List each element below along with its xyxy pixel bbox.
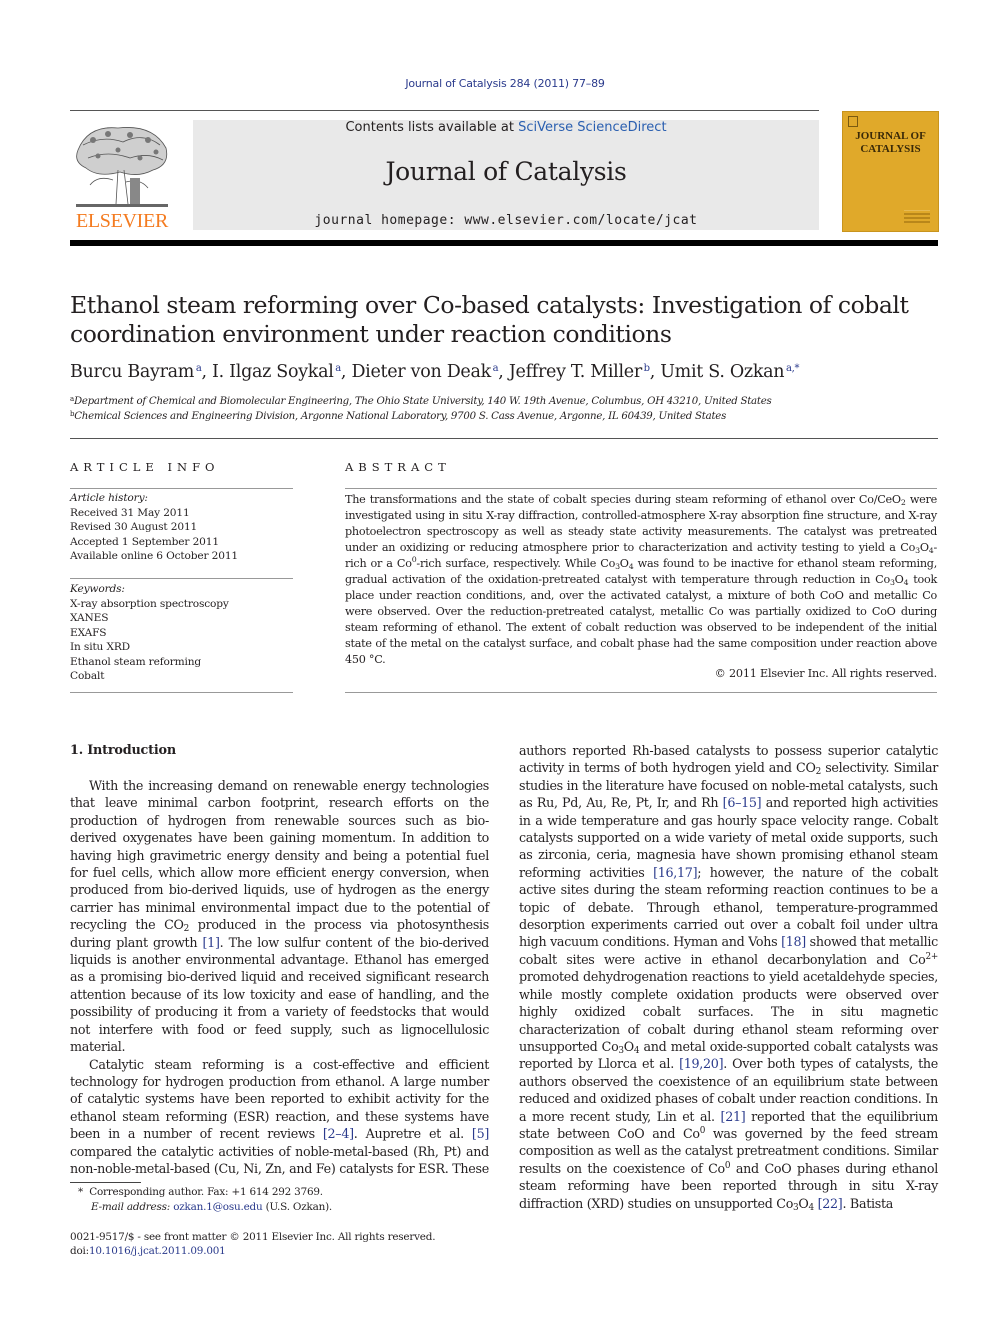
paragraph: Catalytic steam reforming is a cost-effe… bbox=[70, 1056, 489, 1176]
citation-link[interactable]: [22] bbox=[818, 1196, 843, 1211]
affil-marker[interactable]: b bbox=[642, 363, 650, 374]
journal-citation-link[interactable]: Journal of Catalysis 284 (2011) 77–89 bbox=[0, 77, 992, 90]
keyword: XANES bbox=[70, 612, 109, 624]
journal-name: Journal of Catalysis bbox=[385, 157, 627, 186]
history-label: Article history: bbox=[70, 492, 148, 504]
keyword: X-ray absorption spectroscopy bbox=[70, 597, 229, 610]
author[interactable]: Burcu Bayram bbox=[70, 362, 194, 382]
title-line-2: coordination environment under reaction … bbox=[70, 320, 672, 348]
contents-prefix: Contents lists available at bbox=[345, 120, 519, 135]
body-column-right: authors reported Rh-based catalysts to p… bbox=[519, 742, 938, 1212]
email-note: E-mail address: ozkan.1@osu.edu (U.S. Oz… bbox=[91, 1201, 333, 1213]
history-revised: Revised 30 August 2011 bbox=[70, 521, 198, 533]
citation-link[interactable]: [16,17] bbox=[653, 865, 697, 880]
affil-marker[interactable]: a bbox=[491, 363, 499, 374]
info-rule-1 bbox=[70, 488, 293, 489]
author[interactable]: Umit S. Ozkan bbox=[660, 362, 784, 382]
title-block-rule bbox=[70, 438, 938, 439]
cover-footer-mark bbox=[904, 210, 930, 223]
paragraph: authors reported Rh-based catalysts to p… bbox=[519, 743, 939, 1213]
history-accepted: Accepted 1 September 2011 bbox=[70, 535, 219, 548]
elsevier-mini-icon bbox=[848, 116, 858, 127]
citation-link[interactable]: [5] bbox=[472, 1126, 489, 1141]
header-thick-rule bbox=[70, 240, 938, 246]
affil-marker[interactable]: a,* bbox=[784, 363, 800, 374]
abstract-copyright: © 2011 Elsevier Inc. All rights reserved… bbox=[714, 667, 938, 680]
section-heading-introduction: 1. Introduction bbox=[70, 743, 176, 758]
citation-link[interactable]: [6–15] bbox=[723, 795, 762, 810]
author[interactable]: Dieter von Deak bbox=[351, 362, 491, 382]
article-info-heading: ARTICLE INFO bbox=[70, 460, 220, 474]
paragraph: With the increasing demand on renewable … bbox=[70, 778, 490, 1055]
keyword: In situ XRD bbox=[70, 641, 131, 653]
citation-link[interactable]: [21] bbox=[721, 1109, 746, 1124]
history-online: Available online 6 October 2011 bbox=[70, 550, 239, 562]
tree-icon bbox=[76, 127, 168, 207]
cover-title-line2: CATALYSIS bbox=[860, 143, 921, 155]
history-received: Received 31 May 2011 bbox=[70, 506, 190, 519]
journal-homepage-link[interactable]: journal homepage: www.elsevier.com/locat… bbox=[193, 213, 819, 228]
contents-line: Contents lists available at SciVerse Sci… bbox=[193, 120, 819, 135]
abstract-heading: ABSTRACT bbox=[345, 460, 451, 474]
doi-link[interactable]: 10.1016/j.jcat.2011.09.001 bbox=[89, 1245, 226, 1257]
email-link[interactable]: ozkan.1@osu.edu bbox=[173, 1201, 262, 1213]
keyword: Ethanol steam reforming bbox=[70, 655, 202, 668]
title-line-1: Ethanol steam reforming over Co-based ca… bbox=[70, 291, 909, 319]
abstract-body: The transformations and the state of cob… bbox=[345, 493, 937, 666]
author[interactable]: Jeffrey T. Miller bbox=[509, 362, 642, 382]
citation-link[interactable]: [1] bbox=[203, 935, 220, 950]
affiliation-a: aDepartment of Chemical and Biomolecular… bbox=[70, 395, 772, 407]
journal-banner: Contents lists available at SciVerse Sci… bbox=[193, 120, 819, 230]
body-column-left: With the increasing demand on renewable … bbox=[70, 777, 489, 1177]
header-rule bbox=[70, 110, 819, 111]
article-history: Article history: Received 31 May 2011 Re… bbox=[70, 491, 293, 564]
keyword: Cobalt bbox=[70, 670, 105, 682]
sciencedirect-link[interactable]: SciVerse ScienceDirect bbox=[518, 120, 666, 135]
citation-link[interactable]: [2–4] bbox=[323, 1126, 354, 1141]
info-rule-2 bbox=[70, 578, 293, 579]
elsevier-logo-text: ELSEVIER bbox=[75, 210, 169, 232]
cover-title-line1: JOURNAL OF bbox=[855, 130, 926, 142]
keyword: EXAFS bbox=[70, 626, 107, 639]
cover-title: JOURNAL OF CATALYSIS bbox=[843, 130, 938, 156]
citation-link[interactable]: [19,20] bbox=[679, 1056, 723, 1071]
affil-marker[interactable]: a bbox=[334, 363, 341, 374]
affil-marker[interactable]: a bbox=[194, 363, 202, 374]
info-rule-3 bbox=[70, 692, 293, 693]
keywords-block: Keywords: X-ray absorption spectroscopy … bbox=[70, 582, 293, 684]
journal-cover-thumbnail[interactable]: JOURNAL OF CATALYSIS bbox=[842, 111, 939, 232]
corresponding-author-note: * Corresponding author. Fax: +1 614 292 … bbox=[78, 1186, 323, 1198]
abstract-rule-bottom bbox=[345, 692, 937, 693]
citation-link[interactable]: [18] bbox=[781, 934, 806, 949]
front-matter-line: 0021-9517/$ - see front matter © 2011 El… bbox=[70, 1231, 436, 1243]
article-title: Ethanol steam reforming over Co-based ca… bbox=[70, 291, 950, 349]
author-list: Burcu Bayram a, I. Ilgaz Soykal a, Diete… bbox=[70, 362, 800, 382]
author[interactable]: I. Ilgaz Soykal bbox=[212, 362, 334, 382]
footnote-rule bbox=[70, 1182, 141, 1183]
abstract-rule-top bbox=[345, 488, 937, 489]
affiliation-b: bChemical Sciences and Engineering Divis… bbox=[70, 410, 727, 422]
keywords-label: Keywords: bbox=[70, 583, 125, 595]
doi-line: doi:10.1016/j.jcat.2011.09.001 bbox=[70, 1245, 226, 1257]
